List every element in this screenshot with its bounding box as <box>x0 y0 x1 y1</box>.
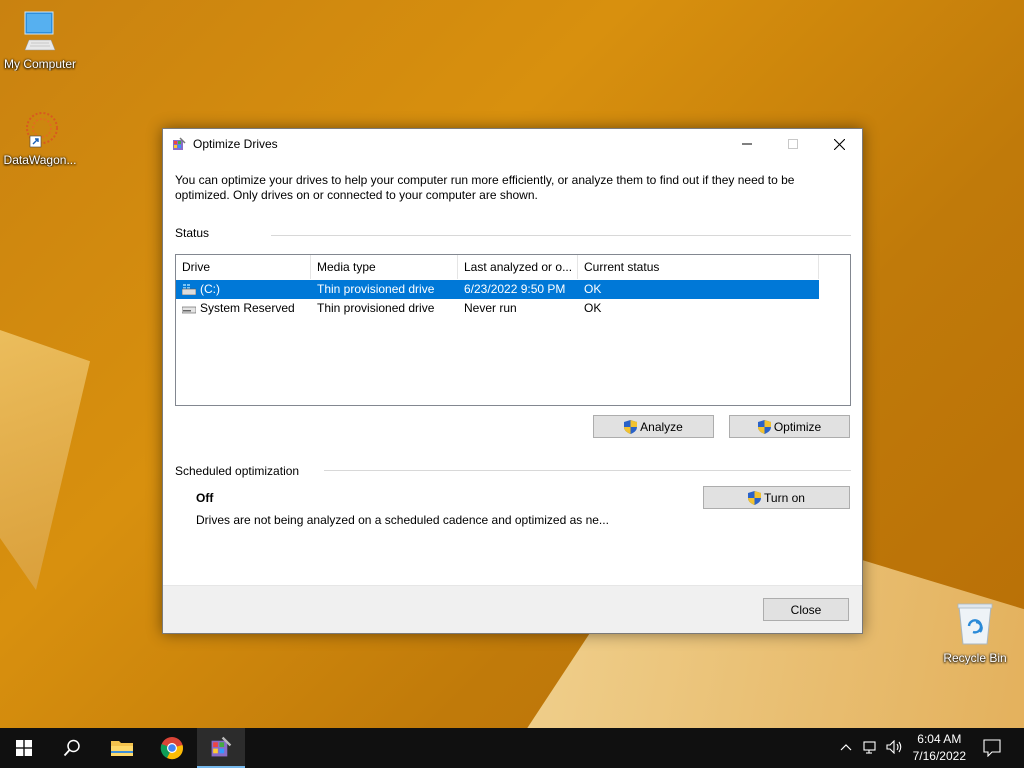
drive-cell: System Reserved <box>176 299 311 318</box>
taskbar-clock[interactable]: 6:04 AM 7/16/2022 <box>913 731 966 765</box>
drive-row-c[interactable]: (C:) Thin provisioned drive 6/23/2022 9:… <box>176 280 819 299</box>
defrag-app-icon <box>173 137 186 150</box>
desktop-icon-datawagon[interactable]: DataWagon... <box>0 106 80 167</box>
wallpaper-ray <box>0 330 90 590</box>
network-icon[interactable] <box>863 740 879 754</box>
monitor-icon <box>24 11 56 51</box>
notification-icon[interactable] <box>983 739 1001 757</box>
desktop-icon-label: Recycle Bin <box>943 651 1007 665</box>
minimize-button[interactable] <box>724 129 770 159</box>
volume-icon[interactable] <box>886 740 904 754</box>
analyze-button[interactable]: Analyze <box>593 415 714 438</box>
schedule-state: Off <box>196 491 214 505</box>
last-analyzed-cell: Never run <box>464 301 517 315</box>
drives-list[interactable]: Drive Media type Last analyzed or o... C… <box>175 254 851 406</box>
start-button[interactable] <box>0 728 48 768</box>
turn-on-label: Turn on <box>764 490 805 505</box>
file-explorer-button[interactable] <box>98 728 146 768</box>
clock-date: 7/16/2022 <box>912 749 966 763</box>
media-type-cell: Thin provisioned drive <box>317 282 435 296</box>
uac-shield-icon <box>624 419 638 434</box>
desktop-icon-recycle-bin[interactable]: Recycle Bin <box>935 602 1015 665</box>
search-icon <box>63 739 80 757</box>
maximize-icon <box>788 139 798 149</box>
desktop-icon-label: My Computer <box>3 57 77 71</box>
current-status-cell: OK <box>584 282 602 296</box>
column-header-drive[interactable]: Drive <box>176 255 311 279</box>
optimize-button[interactable]: Optimize <box>729 415 850 438</box>
clock-time: 6:04 AM <box>917 732 962 746</box>
drive-icon <box>182 306 196 314</box>
turn-on-button[interactable]: Turn on <box>703 486 850 509</box>
analyze-label: Analyze <box>640 419 683 434</box>
desktop-icon-label: DataWagon... <box>3 153 77 167</box>
drives-list-header: Drive Media type Last analyzed or o... C… <box>176 255 819 279</box>
windows-drive-icon <box>182 284 196 295</box>
column-header-media-type[interactable]: Media type <box>311 255 458 279</box>
chrome-button[interactable] <box>148 728 196 768</box>
chevron-up-icon[interactable] <box>840 740 852 754</box>
taskbar: 6:04 AM 7/16/2022 <box>0 728 1024 768</box>
uac-shield-icon <box>748 490 762 505</box>
window-description: You can optimize your drives to help you… <box>175 173 795 202</box>
maximize-button[interactable] <box>770 129 816 159</box>
uac-shield-icon <box>757 419 771 434</box>
status-divider <box>271 235 851 236</box>
folder-icon <box>111 741 133 756</box>
defrag-app-icon <box>211 736 232 757</box>
media-type-cell: Thin provisioned drive <box>317 301 435 315</box>
drive-name: System Reserved <box>200 301 295 315</box>
title-bar[interactable]: Optimize Drives <box>163 129 862 159</box>
scheduled-section-label: Scheduled optimization <box>175 464 300 478</box>
current-status-cell: OK <box>584 301 602 315</box>
desktop-icon-my-computer[interactable]: My Computer <box>0 10 80 71</box>
dialog-footer: Close <box>163 585 862 633</box>
drive-cell: (C:) <box>176 280 311 299</box>
chrome-icon <box>160 737 183 760</box>
column-header-current-status[interactable]: Current status <box>578 255 819 279</box>
window-title: Optimize Drives <box>193 137 278 151</box>
last-analyzed-cell: 6/23/2022 9:50 PM <box>464 282 566 296</box>
close-icon <box>833 138 845 150</box>
schedule-description: Drives are not being analyzed on a sched… <box>196 513 609 527</box>
datawagon-shortcut-icon <box>26 112 58 148</box>
scheduled-divider <box>324 470 851 471</box>
recycle-bin-icon <box>957 603 993 645</box>
search-button[interactable] <box>48 728 96 768</box>
column-header-last-analyzed[interactable]: Last analyzed or o... <box>458 255 578 279</box>
status-section-label: Status <box>175 226 210 240</box>
close-window-button[interactable] <box>816 129 862 159</box>
drive-row-system-reserved[interactable]: System Reserved Thin provisioned drive N… <box>176 299 819 318</box>
optimize-drives-taskbar-button[interactable] <box>197 728 245 768</box>
optimize-label: Optimize <box>773 419 822 434</box>
windows-logo-icon <box>16 740 32 756</box>
close-button[interactable]: Close <box>763 598 849 621</box>
minimize-icon <box>742 143 752 145</box>
optimize-drives-window: Optimize Drives You can optimize your dr… <box>162 128 863 634</box>
drive-name: (C:) <box>200 282 220 296</box>
